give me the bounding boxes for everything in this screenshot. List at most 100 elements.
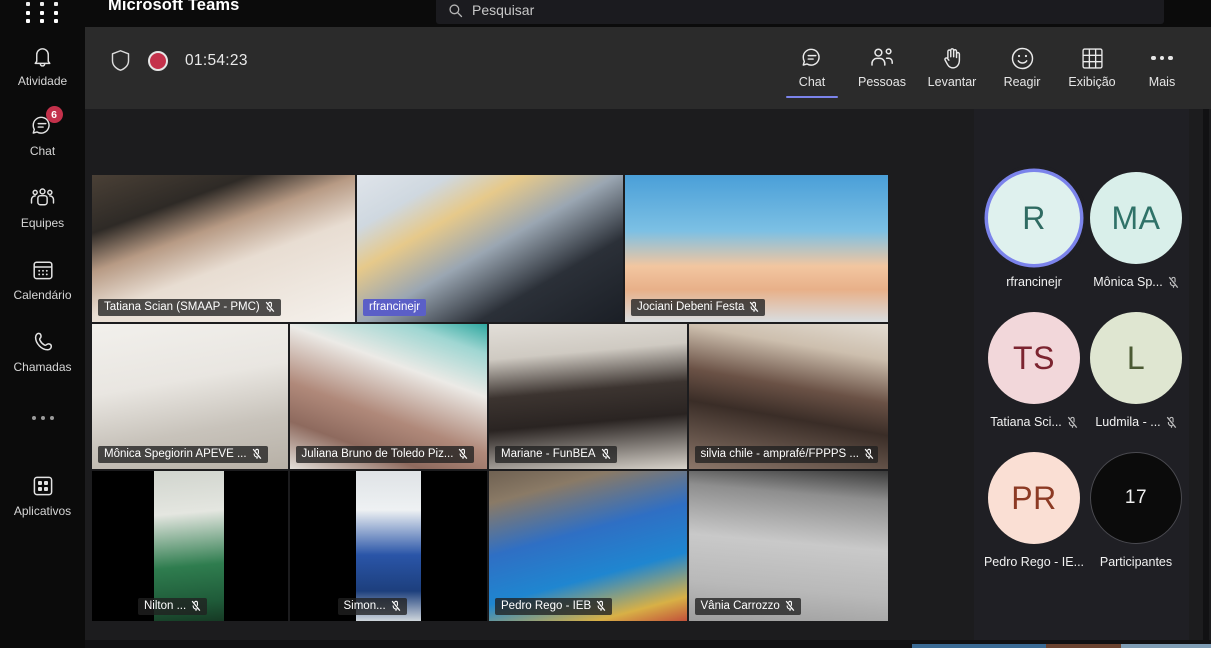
meeting-button-label-reagir: Reagir [1003,75,1041,89]
ellipsis-icon [1151,45,1173,71]
search-icon [449,3,463,17]
participant-name: Pedro Rego - IE... [983,555,1085,569]
sidebar-item-atividade[interactable]: Atividade [0,41,85,88]
participant-name-label: Jociani Debeni Festa [631,299,766,316]
meeting-action-bar: Chat Pessoas Levantar Reagir Exibição Ma… [777,37,1197,98]
app-launcher-grid-icon[interactable] [22,2,66,24]
meeting-stage: Tatiana Scian (SMAAP - PMC) rfrancinejr [85,109,1189,640]
meeting-button-levantar[interactable]: Levantar [917,37,987,98]
meeting-button-label-chat: Chat [798,75,826,89]
video-row-1: Tatiana Scian (SMAAP - PMC) rfrancinejr [92,175,888,322]
participant-name-label: Juliana Bruno de Toledo Piz... [295,446,475,463]
left-nav-rail: Atividade 6 Chat Equipes Calendário Cham… [0,27,85,648]
mic-muted-icon [459,448,468,460]
taskbar-window-3 [1121,644,1211,648]
participant-cell[interactable]: R rfrancinejr [988,172,1080,289]
search-input[interactable]: Pesquisar [436,0,1164,24]
sidebar-label-chat: Chat [29,144,56,158]
participant-name-row: Pedro Rego - IE... [984,555,1084,569]
participant-name-row: Mônica Sp... [1093,275,1178,289]
sidebar-label-chamadas: Chamadas [13,360,72,374]
mic-muted-icon [191,600,201,612]
video-tile[interactable]: rfrancinejr [357,175,623,322]
teams-meeting-window: Microsoft Teams Pesquisar Atividade 6 Ch… [0,0,1211,648]
shield-icon [111,50,130,71]
taskbar-peek [912,644,1211,648]
mic-muted-icon [785,600,795,612]
participants-count: 17 [1124,487,1148,508]
meeting-button-pessoas[interactable]: Pessoas [847,37,917,98]
participant-name-row: Ludmila - ... [1095,415,1176,429]
meeting-status-group: 01:54:23 [110,49,248,72]
participants-overflow-cell[interactable]: 17 Participantes [1090,452,1182,569]
participant-name-row: Tatiana Sci... [990,415,1078,429]
participant-cell[interactable]: PR Pedro Rego - IE... [984,452,1084,569]
sidebar-item-aplicativos[interactable]: Aplicativos [0,471,85,518]
avatar: MA [1090,172,1182,264]
chat-bubble-icon [800,45,825,71]
chat-unread-badge: 6 [45,106,63,123]
avatar: PR [988,452,1080,544]
avatar: TS [988,312,1080,404]
avatar: R [988,172,1080,264]
avatar-initials: TS [1013,339,1055,376]
recording-dot-icon [148,50,168,71]
mic-muted-icon [391,600,401,612]
video-tile[interactable]: Tatiana Scian (SMAAP - PMC) [92,175,355,322]
sidebar-label-atividade: Atividade [17,74,68,88]
search-placeholder: Pesquisar [472,2,535,18]
video-tile[interactable]: Vânia Carrozzo [688,471,888,621]
participant-cell[interactable]: TS Tatiana Sci... [988,312,1080,429]
meeting-button-label-levantar: Levantar [927,75,977,89]
video-tile[interactable]: Juliana Bruno de Toledo Piz... [289,324,487,469]
mic-muted-icon [750,301,759,313]
video-tile[interactable]: Nilton ... [92,471,288,621]
participant-name-label: Vânia Carrozzo [694,598,801,615]
meeting-button-label-mais: Mais [1148,75,1176,89]
avatar-initials: R [1022,199,1046,236]
sidebar-item-calendario[interactable]: Calendário [0,255,85,302]
meeting-header: 01:54:23 Chat Pessoas Levantar Reagir Ex… [85,27,1211,109]
meeting-timer: 01:54:23 [185,51,248,69]
meeting-button-label-exibicao: Exibição [1068,75,1116,89]
meeting-button-mais[interactable]: Mais [1127,37,1197,98]
sidebar-item-chat[interactable]: 6 Chat [0,106,85,158]
avatar-initials: L [1126,339,1146,376]
people-icon [869,45,895,71]
participant-name-label: Pedro Rego - IEB [495,598,613,615]
participant-name-row: Participantes [1100,555,1172,569]
ellipsis-icon [28,403,58,433]
smiley-face-icon [1010,45,1035,71]
participant-cell[interactable]: L Ludmila - ... [1090,312,1182,429]
participant-name-label: Mônica Spegiorin APEVE ... [98,446,268,463]
participant-cell[interactable]: MA Mônica Sp... [1090,172,1182,289]
phone-handset-icon [28,327,58,357]
bell-icon [28,41,58,71]
video-tile[interactable]: Pedro Rego - IEB [489,471,687,621]
participant-name: Ludmila - ... [1095,415,1161,429]
participant-name-label: Simon... [337,598,407,615]
video-tile[interactable]: Mariane - FunBEA [489,324,687,469]
meeting-button-exibicao[interactable]: Exibição [1057,37,1127,98]
mic-muted-icon [864,448,874,460]
app-title: Microsoft Teams [108,0,240,14]
avatar-initials: PR [1011,479,1057,516]
participants-panel: R rfrancinejr MA Mônica Sp... TS Tatiana… [974,109,1189,640]
sidebar-item-mais[interactable] [0,403,85,436]
meeting-button-reagir[interactable]: Reagir [987,37,1057,98]
vertical-scrollbar[interactable] [1203,109,1209,640]
participant-name-row: rfrancinejr [1006,275,1062,289]
video-tile[interactable]: Jociani Debeni Festa [625,175,888,322]
video-tile[interactable]: Mônica Spegiorin APEVE ... [92,324,288,469]
participant-name-label: silvia chile - amprafé/FPPPS ... [694,446,879,463]
video-tile-grid: Tatiana Scian (SMAAP - PMC) rfrancinejr [92,175,888,627]
video-tile[interactable]: Simon... [289,471,487,621]
avatar: L [1090,312,1182,404]
sidebar-item-equipes[interactable]: Equipes [0,183,85,230]
meeting-button-chat[interactable]: Chat [777,37,847,98]
video-row-2: Mônica Spegiorin APEVE ... Juliana Bruno… [92,324,888,469]
calendar-icon [28,255,58,285]
people-group-icon [28,183,58,213]
video-tile[interactable]: silvia chile - amprafé/FPPPS ... [688,324,888,469]
sidebar-item-chamadas[interactable]: Chamadas [0,327,85,374]
